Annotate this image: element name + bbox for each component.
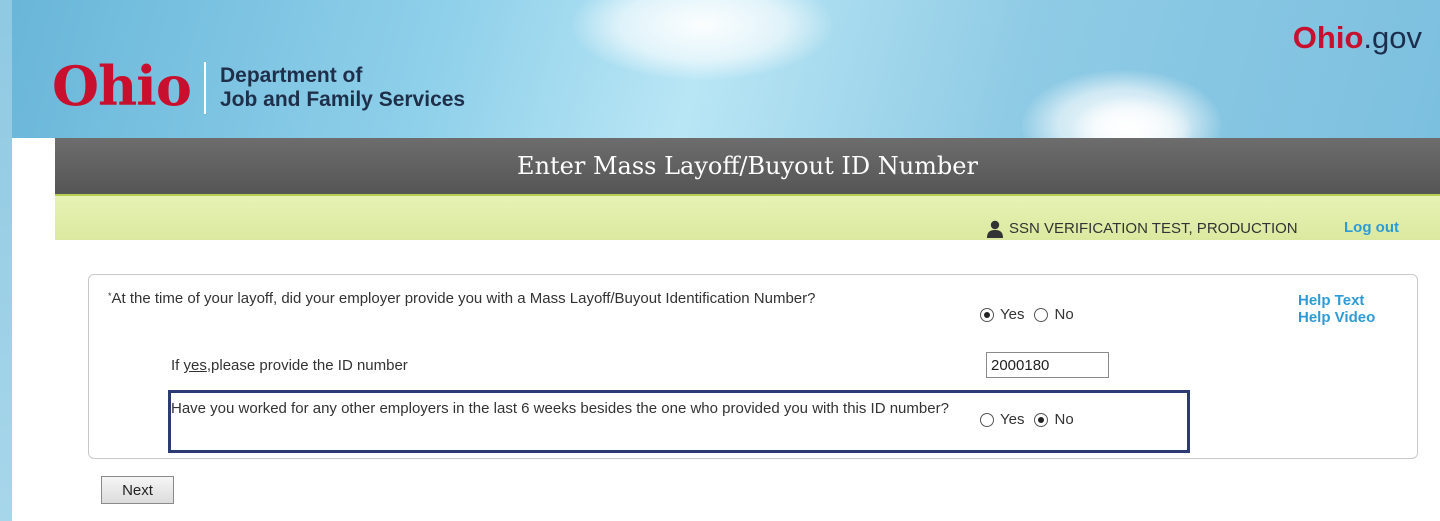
- id-number-input[interactable]: [986, 352, 1109, 378]
- radio-q3-yes[interactable]: [980, 413, 994, 427]
- help-video-link[interactable]: Help Video: [1298, 309, 1375, 326]
- user-bar: SSN VERIFICATION TEST, PRODUCTION Log ou…: [55, 194, 1440, 240]
- ohio-gov-link[interactable]: Ohio.gov: [1293, 20, 1422, 56]
- page: Ohio Department of Job and Family Servic…: [12, 0, 1440, 521]
- question-mass-layoff-id: *At the time of your layoff, did your em…: [108, 291, 828, 307]
- radio-q1-yes-label[interactable]: Yes: [1000, 306, 1024, 324]
- radio-q3-no[interactable]: [1034, 413, 1049, 427]
- question-id-number-underlined: yes: [183, 357, 207, 374]
- logo-divider: [204, 62, 206, 114]
- ohio-gov-part-2: .gov: [1363, 20, 1422, 55]
- question-id-number-suffix: ,please provide the ID number: [206, 357, 408, 374]
- question-mass-layoff-id-text: At the time of your layoff, did your emp…: [111, 290, 816, 307]
- radio-group-other-employers: Yes No: [980, 411, 1084, 429]
- ohio-gov-part-1: Ohio: [1292, 20, 1364, 55]
- user-icon: [987, 220, 1003, 238]
- page-title: Enter Mass Layoff/Buyout ID Number: [55, 138, 1440, 194]
- logout-link[interactable]: Log out: [1344, 219, 1399, 237]
- question-other-employers: Have you worked for any other employers …: [171, 400, 949, 417]
- radio-q3-yes-label[interactable]: Yes: [1000, 411, 1024, 429]
- radio-q1-no[interactable]: [1034, 308, 1049, 322]
- radio-group-mass-layoff-id: Yes No: [980, 306, 1084, 324]
- department-line-2: Job and Family Services: [220, 88, 466, 111]
- help-links: Help Text Help Video: [1298, 292, 1375, 326]
- left-edge-strip: [0, 0, 12, 521]
- banner-cloud: [572, 0, 832, 80]
- ohio-logo[interactable]: Ohio: [52, 56, 192, 116]
- help-text-link[interactable]: Help Text: [1298, 292, 1375, 309]
- header-banner: Ohio Department of Job and Family Servic…: [12, 0, 1440, 138]
- radio-q1-no-label[interactable]: No: [1054, 306, 1073, 324]
- next-button[interactable]: Next: [101, 476, 174, 504]
- question-id-number: If yes,please provide the ID number: [171, 357, 408, 375]
- department-line-1: Department of: [220, 64, 363, 87]
- department-name: Department of Job and Family Services: [220, 64, 465, 112]
- user-name: SSN VERIFICATION TEST, PRODUCTION: [1009, 220, 1298, 237]
- question-id-number-prefix: If: [171, 357, 184, 374]
- radio-q1-yes[interactable]: [980, 308, 994, 322]
- radio-q3-no-label[interactable]: No: [1054, 411, 1073, 429]
